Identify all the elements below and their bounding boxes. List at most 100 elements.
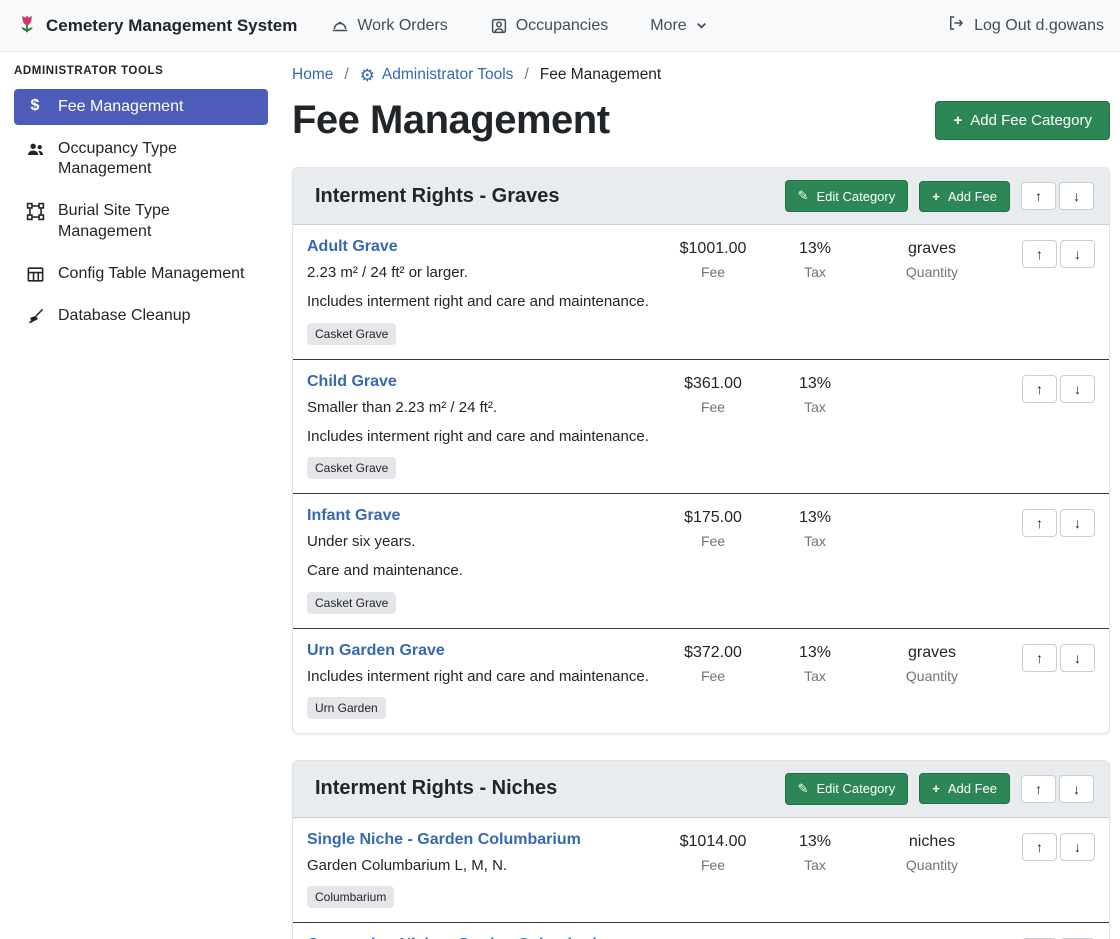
- plus-icon: +: [932, 189, 940, 204]
- category-actions: ✎ Edit Category + Add Fee ↑ ↓: [785, 773, 1094, 805]
- move-fee-up-button[interactable]: ↑: [1022, 833, 1057, 861]
- sidebar-item-database-cleanup[interactable]: Database Cleanup: [14, 298, 268, 334]
- fee-quantity-column: niches Quantity: [861, 831, 1003, 873]
- fee-tax-column: 13% Tax: [769, 373, 861, 415]
- fee-amount-label: Fee: [657, 533, 769, 549]
- plus-icon: +: [953, 112, 962, 129]
- sidebar-item-label: Burial Site Type Management: [58, 201, 248, 241]
- fee-description: Garden Columbarium L, M, N.: [307, 856, 657, 876]
- sidebar-item-label: Fee Management: [58, 97, 183, 117]
- vector-square-icon: [24, 201, 46, 221]
- move-fee-down-button[interactable]: ↓: [1060, 833, 1095, 861]
- move-category-down-button[interactable]: ↓: [1059, 775, 1094, 803]
- fee-name-link[interactable]: Adult Grave: [307, 238, 398, 256]
- move-fee-up-button[interactable]: ↑: [1022, 644, 1057, 672]
- sidebar-item-burial-site-type[interactable]: Burial Site Type Management: [14, 193, 268, 249]
- breadcrumb-home-link[interactable]: Home: [292, 66, 333, 84]
- fee-quantity: graves: [861, 240, 1003, 258]
- breadcrumb-admin-link[interactable]: ⚙ Administrator Tools: [360, 66, 514, 84]
- fee-description: Under six years.: [307, 532, 657, 552]
- fee-type-badge: Columbarium: [307, 886, 394, 908]
- fee-quantity-column: graves Quantity: [861, 238, 1003, 280]
- navbar-menu: Work Orders Occupancies More: [331, 17, 707, 35]
- move-fee-up-button[interactable]: ↑: [1022, 240, 1057, 268]
- add-fee-button[interactable]: + Add Fee: [919, 181, 1010, 212]
- gear-icon: ⚙: [360, 67, 375, 84]
- nav-more[interactable]: More: [650, 17, 707, 35]
- fee-tax: 13%: [769, 240, 861, 258]
- fee-description: Includes interment right and care and ma…: [307, 427, 657, 447]
- fee-amount-label: Fee: [657, 857, 769, 873]
- nav-occupancies[interactable]: Occupancies: [490, 17, 609, 35]
- add-fee-label: Add Fee: [948, 781, 997, 796]
- fee-tax: 13%: [769, 833, 861, 851]
- sidebar-item-config-table[interactable]: Config Table Management: [14, 256, 268, 292]
- fee-tax-label: Tax: [769, 857, 861, 873]
- fee-amount-column: $1014.00 Fee: [657, 831, 769, 873]
- nav-work-orders[interactable]: Work Orders: [331, 17, 447, 35]
- fee-name-link[interactable]: Child Grave: [307, 373, 397, 391]
- fee-description: Includes interment right and care and ma…: [307, 667, 657, 687]
- add-fee-category-button[interactable]: + Add Fee Category: [935, 101, 1110, 140]
- occupant-box-icon: [490, 17, 508, 35]
- breadcrumb-separator: /: [344, 66, 348, 84]
- move-category-up-button[interactable]: ↑: [1021, 775, 1056, 803]
- move-fee-down-button[interactable]: ↓: [1060, 644, 1095, 672]
- main-content: Home / ⚙ Administrator Tools / Fee Manag…: [280, 52, 1120, 939]
- nav-work-orders-label: Work Orders: [357, 17, 447, 35]
- edit-category-button[interactable]: ✎ Edit Category: [785, 773, 909, 805]
- fee-tax-column: 13% Tax: [769, 642, 861, 684]
- sidebar-item-occupancy-type[interactable]: Occupancy Type Management: [14, 131, 268, 187]
- fee-description: 2.23 m² / 24 ft² or larger.: [307, 263, 657, 283]
- move-fee-down-button[interactable]: ↓: [1060, 509, 1095, 537]
- move-fee-down-button[interactable]: ↓: [1060, 240, 1095, 268]
- move-fee-up-button[interactable]: ↑: [1022, 375, 1057, 403]
- fee-info: Adult Grave 2.23 m² / 24 ft² or larger. …: [307, 238, 657, 345]
- fee-name-link[interactable]: Single Niche - Garden Columbarium: [307, 831, 581, 849]
- fee-tax-column: 13% Tax: [769, 238, 861, 280]
- fee-tax-label: Tax: [769, 399, 861, 415]
- category-title: Interment Rights - Graves: [315, 185, 560, 208]
- fee-type-badge: Casket Grave: [307, 592, 396, 614]
- fee-tax-label: Tax: [769, 264, 861, 280]
- fee-tax-label: Tax: [769, 533, 861, 549]
- breadcrumb: Home / ⚙ Administrator Tools / Fee Manag…: [292, 66, 1110, 84]
- fee-tax-column: 13% Tax: [769, 507, 861, 549]
- fee-quantity: graves: [861, 644, 1003, 662]
- fee-row: Single Niche - Garden Columbarium Garden…: [293, 818, 1109, 922]
- fee-type-badge: Urn Garden: [307, 697, 386, 719]
- fee-amount-column: $361.00 Fee: [657, 373, 769, 415]
- nav-more-label: More: [650, 17, 686, 35]
- category-title: Interment Rights - Niches: [315, 777, 557, 800]
- logout-button[interactable]: Log Out d.gowans: [947, 14, 1104, 37]
- fee-name-link[interactable]: Urn Garden Grave: [307, 642, 445, 660]
- fee-info: Infant Grave Under six years. Care and m…: [307, 507, 657, 614]
- app-brand[interactable]: Cemetery Management System: [16, 13, 297, 39]
- fee-tax: 13%: [769, 644, 861, 662]
- fee-amount: $372.00: [657, 644, 769, 662]
- fee-description: Smaller than 2.23 m² / 24 ft².: [307, 398, 657, 418]
- add-fee-button[interactable]: + Add Fee: [919, 773, 1010, 804]
- fee-type-badge: Casket Grave: [307, 457, 396, 479]
- users-icon: [24, 139, 46, 159]
- fee-amount-label: Fee: [657, 264, 769, 280]
- edit-category-label: Edit Category: [816, 781, 895, 796]
- move-category-down-button[interactable]: ↓: [1059, 182, 1094, 210]
- fee-row: Adult Grave 2.23 m² / 24 ft² or larger. …: [293, 225, 1109, 359]
- logout-icon: [947, 14, 965, 37]
- move-category-up-button[interactable]: ↑: [1021, 182, 1056, 210]
- fee-amount: $1001.00: [657, 240, 769, 258]
- top-navbar: Cemetery Management System Work Orders O…: [0, 0, 1120, 52]
- breadcrumb-current: Fee Management: [540, 66, 662, 84]
- fee-name-link[interactable]: Infant Grave: [307, 507, 400, 525]
- fee-quantity-column: graves Quantity: [861, 642, 1003, 684]
- move-fee-down-button[interactable]: ↓: [1060, 375, 1095, 403]
- fee-reorder-group: ↑ ↓: [1003, 831, 1095, 861]
- page-header: Fee Management + Add Fee Category: [292, 98, 1110, 143]
- fee-quantity: niches: [861, 833, 1003, 851]
- table-icon: [24, 264, 46, 284]
- edit-category-button[interactable]: ✎ Edit Category: [785, 180, 909, 212]
- sidebar-item-fee-management[interactable]: $ Fee Management: [14, 89, 268, 125]
- category-header: Interment Rights - Niches ✎ Edit Categor…: [293, 761, 1109, 818]
- move-fee-up-button[interactable]: ↑: [1022, 509, 1057, 537]
